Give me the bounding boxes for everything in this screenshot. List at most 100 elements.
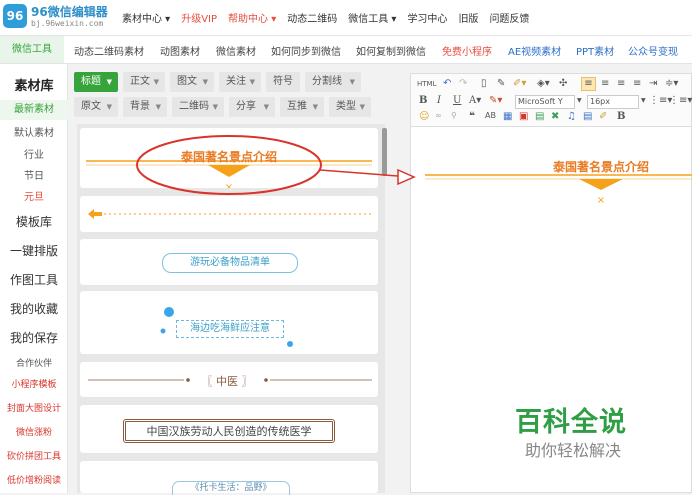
sidebar-item-new-year[interactable]: 元旦 [0, 188, 68, 203]
brush-icon[interactable]: ✐ [599, 111, 607, 122]
secnav-mini-program[interactable]: 免费小程序 [442, 43, 492, 58]
filter-original-label: 原文 [81, 101, 101, 112]
align-center-icon[interactable]: ≡ [601, 78, 609, 89]
material-card-seafood[interactable]: 海边吃海鲜应注意 [80, 291, 378, 354]
filter-divider[interactable]: 分割线 ▼ [305, 72, 361, 92]
music-icon[interactable]: ♫ [567, 111, 576, 122]
filter-original[interactable]: 原文 ▼ [74, 97, 118, 117]
material-card-life[interactable]: 《托卡生活：品野》 [80, 461, 378, 495]
filter-share[interactable]: 分享 ▼ [229, 97, 275, 117]
secnav-ppt[interactable]: PPT素材 [576, 43, 614, 58]
menu-material-center[interactable]: 素材中心 ▾ [122, 10, 170, 25]
undo-icon[interactable]: ↶ [443, 78, 451, 89]
justify-icon[interactable]: ≡ [633, 78, 641, 89]
sidebar-item-latest[interactable]: 最新素材 [0, 100, 68, 120]
horizontal-rule-icon[interactable]: AB [485, 111, 496, 120]
secnav-wechat-material[interactable]: 微信素材 [216, 43, 256, 58]
filter-follow[interactable]: 关注 ▼ [219, 72, 261, 92]
unlink-icon[interactable]: ⚲ [451, 111, 457, 120]
secnav-ae-video[interactable]: AE视频素材 [508, 43, 561, 58]
material-card-tcm-framed[interactable]: 中国汉族劳动人民创造的传统医学 [80, 405, 378, 453]
filter-cross-promo[interactable]: 互推 ▼ [280, 97, 324, 117]
filter-qrcode[interactable]: 二维码 ▼ [172, 97, 224, 117]
partner-link-cheap-reads[interactable]: 低价增粉阅读 [0, 473, 68, 486]
secnav-dynamic-qrcode[interactable]: 动态二维码素材 [74, 43, 144, 58]
bold-icon[interactable]: B [419, 95, 427, 106]
find-icon[interactable]: ✣ [559, 78, 567, 89]
menu-learning-center[interactable]: 学习中心 [407, 10, 447, 25]
html-source-icon[interactable]: HTML [417, 80, 436, 88]
secnav-wechat-tools[interactable]: 微信工具 [0, 36, 64, 63]
menu-dynamic-qrcode[interactable]: 动态二维码 [287, 10, 337, 25]
image-icon[interactable]: ▣ [519, 111, 528, 122]
sidebar-item-industry[interactable]: 行业 [0, 146, 68, 161]
secnav-animated[interactable]: 动图素材 [160, 43, 200, 58]
eraser-icon[interactable]: ✎ [497, 78, 505, 89]
clear-icon[interactable]: ▯ [481, 78, 487, 89]
partner-link-mini-program[interactable]: 小程序模板 [0, 377, 68, 390]
filter-symbol[interactable]: 符号 [266, 72, 300, 92]
sidebar-item-default[interactable]: 默认素材 [0, 124, 68, 139]
menu-upgrade-vip[interactable]: 升级VIP [181, 10, 217, 25]
filter-title[interactable]: 标题 ▼ [74, 72, 118, 92]
unordered-list-icon[interactable]: ⋮≡▾ [669, 95, 692, 106]
material-card-checklist[interactable]: 游玩必备物品清单 [80, 239, 378, 285]
link-icon[interactable]: ∞ [435, 111, 442, 120]
quote-icon[interactable]: ❝ [469, 111, 475, 122]
filter-divider-label: 分割线 [312, 76, 342, 87]
underline-icon[interactable]: U [453, 95, 461, 106]
redo-icon[interactable]: ↷ [459, 78, 467, 89]
material-card-title[interactable]: × 泰国著名景点介绍 [80, 128, 378, 188]
filter-body[interactable]: 正文 ▼ [123, 72, 165, 92]
chevron-down-icon: ▼ [641, 97, 646, 104]
italic-icon[interactable]: I [437, 95, 441, 106]
gallery-icon[interactable]: ▤ [535, 111, 544, 122]
filter-symbol-label: 符号 [273, 76, 293, 87]
sidebar-partner-label: 合作伙伴 [15, 359, 52, 369]
filter-background[interactable]: 背景 ▼ [123, 97, 167, 117]
partner-link-cover-design[interactable]: 封面大图设计 [0, 401, 68, 414]
sidebar-item-favorites[interactable]: 我的收藏 [0, 300, 68, 317]
sidebar-item-one-click-layout[interactable]: 一键排版 [0, 242, 68, 259]
menu-help-center[interactable]: 帮助中心 ▾ [228, 10, 276, 25]
menu-old-version[interactable]: 旧版 [458, 10, 478, 25]
top-menu: 素材中心 ▾ 升级VIP 帮助中心 ▾ 动态二维码 微信工具 ▾ 学习中心 旧版… [122, 10, 540, 25]
emoji-icon[interactable]: ☺ [419, 111, 429, 122]
menu-feedback[interactable]: 问题反馈 [489, 10, 529, 25]
align-right-icon[interactable]: ≡ [617, 78, 625, 89]
card-tcm-framed-text: 中国汉族劳动人民创造的传统医学 [123, 419, 335, 443]
format-painter-icon[interactable]: ✐▾ [513, 78, 526, 89]
font-size-select[interactable]: 16px [587, 95, 639, 109]
editor-document[interactable]: × 泰国著名景点介绍 百科全说 助你轻松解决 [410, 126, 692, 493]
sidebar-item-saved[interactable]: 我的保存 [0, 329, 68, 346]
sidebar-item-templates[interactable]: 模板库 [0, 213, 68, 230]
secnav-monetize[interactable]: 公众号变现 [628, 43, 678, 58]
sidebar-item-image-tools[interactable]: 作图工具 [0, 271, 68, 288]
chevron-down-icon: ▼ [349, 78, 355, 86]
line-height-icon[interactable]: ≑▾ [665, 78, 678, 89]
partner-link-followers[interactable]: 微信涨粉 [0, 425, 68, 438]
align-left-icon[interactable]: ≡ [581, 77, 596, 91]
brand-name[interactable]: 96微信编辑器 [31, 3, 108, 20]
save-icon[interactable]: ▤ [583, 111, 592, 122]
svg-text:×: × [225, 182, 233, 188]
menu-wechat-tools[interactable]: 微信工具 ▾ [348, 10, 396, 25]
brand-logo-icon[interactable]: 96 [3, 4, 27, 28]
sidebar-item-holiday[interactable]: 节日 [0, 167, 68, 182]
bold-b-icon[interactable]: B [617, 111, 625, 122]
font-family-select[interactable]: MicroSoft Y [515, 95, 575, 109]
filter-image-text[interactable]: 图文 ▼ [170, 72, 214, 92]
highlight-icon[interactable]: ✎▾ [489, 95, 502, 106]
fill-icon[interactable]: ◈▾ [537, 78, 550, 89]
font-color-icon[interactable]: A▾ [469, 95, 481, 106]
partner-link-bargain-tool[interactable]: 砍价拼团工具 [0, 449, 68, 462]
special-char-icon[interactable]: ✖ [551, 111, 559, 122]
secnav-sync-wechat[interactable]: 如何同步到微信 [271, 43, 341, 58]
material-card-dotted-divider[interactable] [80, 196, 378, 232]
material-list-scrollbar[interactable] [382, 128, 387, 176]
table-icon[interactable]: ▦ [503, 111, 512, 122]
material-card-tcm-divider[interactable]: 〖 中医 〗 [80, 362, 378, 397]
filter-type[interactable]: 类型 ▼ [329, 97, 371, 117]
secnav-copy-wechat[interactable]: 如何复制到微信 [356, 43, 426, 58]
indent-icon[interactable]: ⇥ [649, 78, 657, 89]
